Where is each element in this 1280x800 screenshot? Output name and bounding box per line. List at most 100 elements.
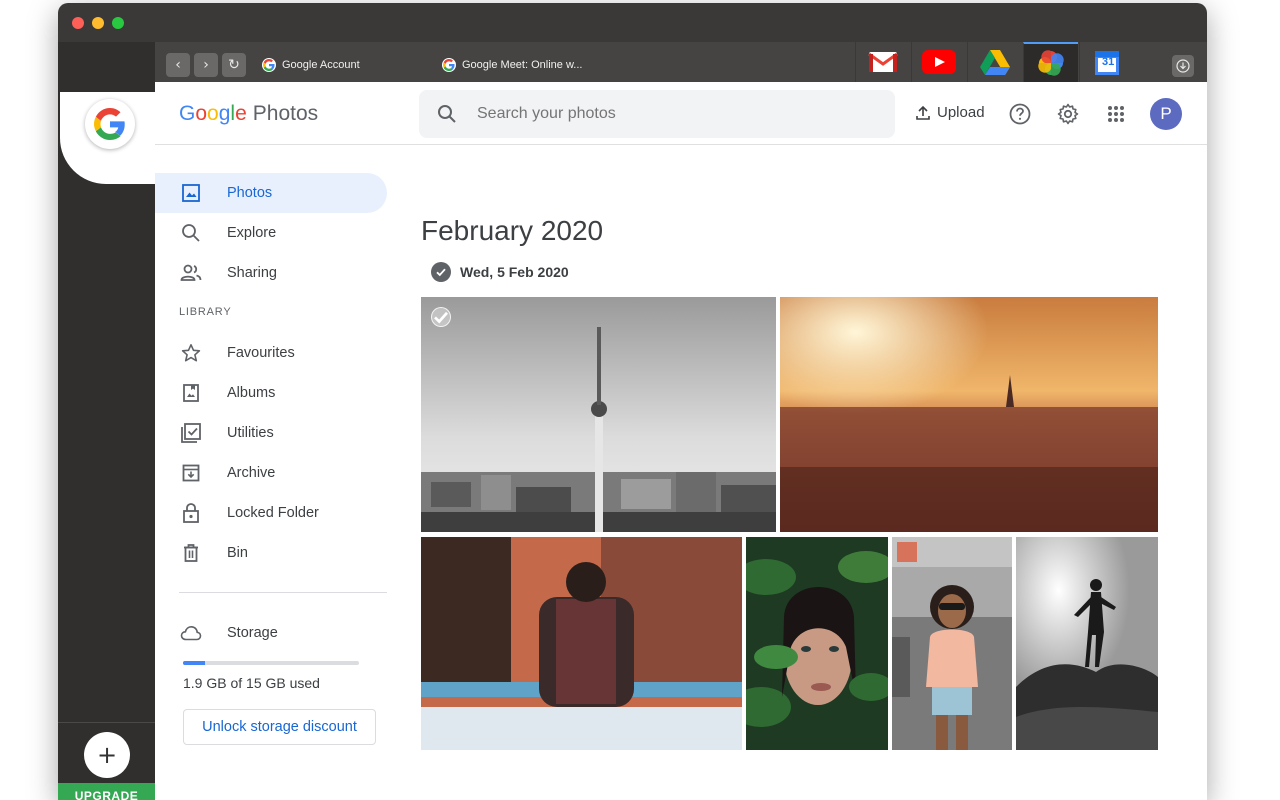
sidebar-item-utilities[interactable]: Utilities (155, 413, 387, 453)
title-bar (58, 3, 1207, 42)
check-icon (434, 311, 449, 324)
sidebar-item-label: Favourites (227, 345, 295, 361)
sidebar-item-explore[interactable]: Explore (155, 213, 387, 253)
tab-label: Google Meet: Online w... (462, 59, 583, 71)
woman-in-leaves-photo (746, 537, 888, 750)
library-heading: LIBRARY (179, 306, 232, 318)
google-account-icon[interactable] (85, 99, 135, 149)
gear-icon (1057, 103, 1079, 125)
photos-app-tile[interactable] (1023, 42, 1078, 82)
sidebar-item-label: Photos (227, 185, 273, 201)
settings-button[interactable] (1056, 102, 1080, 126)
star-icon (179, 341, 203, 365)
storage-progress-fill (183, 661, 206, 665)
sidebar-item-label: Albums (227, 385, 276, 401)
apps-launcher-button[interactable] (1104, 102, 1128, 126)
sidebar-item-albums[interactable]: Albums (155, 373, 387, 413)
close-window-button[interactable] (72, 17, 84, 29)
sidebar-item-label: Storage (227, 625, 278, 641)
browser-window: + UPGRADE ‹ › ↻ Google Account Google Me… (58, 3, 1207, 800)
logo-letter: e (235, 102, 247, 125)
upgrade-button[interactable]: UPGRADE (58, 783, 155, 800)
photo-grid-area: February 2020 Wed, 5 Feb 2020 (405, 145, 1207, 800)
minimize-window-button[interactable] (92, 17, 104, 29)
gmail-app-tile[interactable] (855, 42, 910, 82)
tab-label: Google Account (282, 59, 360, 71)
tab-google-account[interactable]: Google Account (262, 53, 360, 77)
grid-icon (1108, 106, 1124, 122)
drive-app-tile[interactable] (967, 42, 1022, 82)
rail-divider (58, 722, 155, 723)
search-icon (179, 221, 203, 245)
photos-icon (1038, 50, 1064, 76)
logo-letter: o (195, 102, 208, 125)
photo-thumbnail[interactable] (892, 537, 1012, 750)
select-photo-checkbox[interactable] (431, 307, 451, 327)
check-icon (436, 268, 446, 277)
photo-thumbnail[interactable] (780, 297, 1158, 532)
sidebar-item-label: Bin (227, 545, 248, 561)
sidebar-item-label: Explore (227, 225, 277, 241)
google-favicon-icon (442, 58, 456, 72)
maximize-window-button[interactable] (112, 17, 124, 29)
photo-thumbnail[interactable] (1016, 537, 1158, 750)
man-on-rocks-photo (1016, 537, 1158, 750)
people-icon (179, 261, 203, 285)
downloads-button[interactable] (1172, 55, 1194, 77)
logo-letter: o (207, 102, 219, 125)
sidebar-item-sharing[interactable]: Sharing (155, 253, 387, 293)
app-rail: + UPGRADE (58, 42, 155, 800)
photo-icon (179, 181, 203, 205)
unlock-storage-button[interactable]: Unlock storage discount (183, 709, 376, 745)
google-photos-logo[interactable]: Google Photos (179, 102, 318, 126)
cloud-icon (179, 621, 203, 645)
calendar-app-tile[interactable]: 31 (1079, 42, 1134, 82)
lock-icon (179, 501, 203, 525)
gmail-icon (868, 52, 898, 72)
search-icon[interactable] (435, 102, 459, 126)
photo-thumbnail[interactable] (421, 537, 742, 750)
tab-google-meet[interactable]: Google Meet: Online w... (442, 53, 582, 77)
sidebar-item-locked-folder[interactable]: Locked Folder (155, 493, 387, 533)
sidebar: Photos Explore Sharing LIBRARY Favourite… (155, 145, 405, 800)
day-header[interactable]: Wed, 5 Feb 2020 (431, 262, 569, 282)
plus-icon: + (96, 741, 118, 769)
reload-icon: ↻ (228, 57, 240, 73)
help-button[interactable] (1008, 102, 1032, 126)
sidebar-item-storage[interactable]: Storage (155, 613, 387, 653)
youtube-app-tile[interactable] (911, 42, 966, 82)
search-bar[interactable] (419, 90, 895, 138)
browser-tab-bar: ‹ › ↻ Google Account Google Meet: Online… (155, 42, 1207, 82)
sidebar-item-bin[interactable]: Bin (155, 533, 387, 573)
day-label: Wed, 5 Feb 2020 (460, 264, 569, 280)
sidebar-item-favourites[interactable]: Favourites (155, 333, 387, 373)
add-app-button[interactable]: + (84, 732, 130, 778)
archive-icon (179, 461, 203, 485)
month-heading: February 2020 (421, 215, 604, 246)
forward-button[interactable]: › (194, 53, 218, 77)
storage-used-text: 1.9 GB of 15 GB used (183, 675, 320, 691)
upload-icon (916, 105, 930, 120)
chevron-left-icon: ‹ (175, 57, 181, 73)
photo-thumbnail[interactable] (746, 537, 888, 750)
paris-sunset-photo (780, 297, 1158, 532)
back-button[interactable]: ‹ (166, 53, 190, 77)
product-name: Photos (252, 102, 319, 125)
sidebar-item-archive[interactable]: Archive (155, 453, 387, 493)
tv-tower-photo (421, 297, 776, 532)
upload-button[interactable]: Upload (915, 104, 985, 121)
photo-thumbnail[interactable] (421, 297, 776, 532)
chevron-right-icon: › (203, 57, 209, 73)
avatar[interactable]: P (1150, 98, 1182, 130)
sidebar-item-label: Sharing (227, 265, 277, 281)
album-icon (179, 381, 203, 405)
select-day-checkbox[interactable] (431, 262, 451, 282)
upload-label: Upload (937, 104, 985, 121)
search-input[interactable] (477, 105, 857, 123)
calendar-day-label: 31 (1102, 56, 1115, 68)
sidebar-item-photos[interactable]: Photos (155, 173, 387, 213)
app-header: Google Photos Upload P (155, 82, 1207, 145)
trash-icon (179, 541, 203, 565)
reload-button[interactable]: ↻ (222, 53, 246, 77)
google-favicon-icon (262, 58, 276, 72)
